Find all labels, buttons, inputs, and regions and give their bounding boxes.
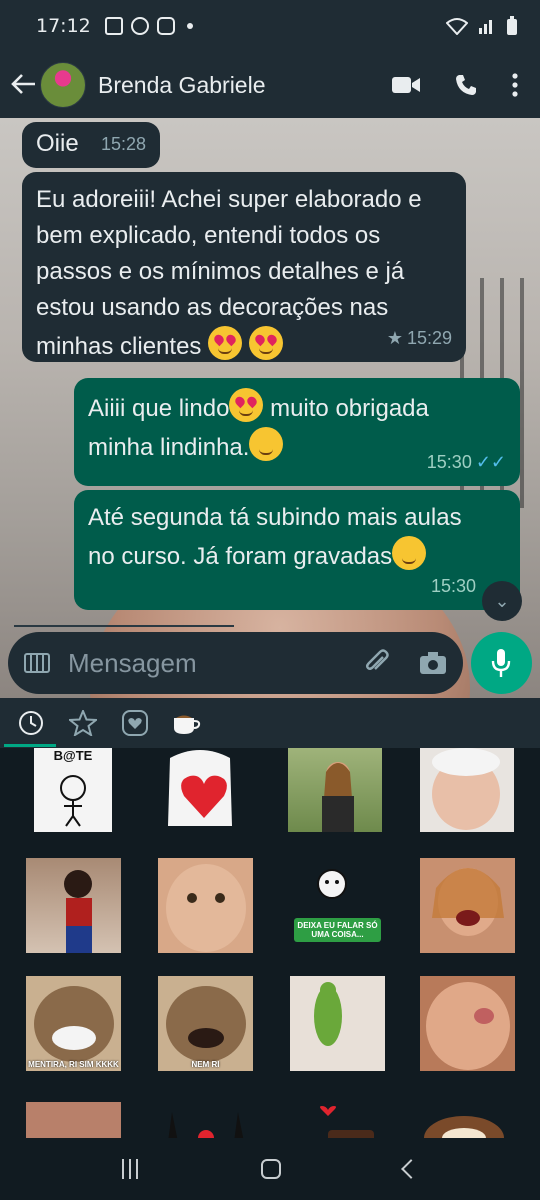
heart-eyes-emoji xyxy=(208,326,243,360)
message-text: Aiiii que lindo xyxy=(88,395,230,422)
more-notifications-dot xyxy=(186,23,193,29)
back-arrow-icon[interactable] xyxy=(10,68,40,103)
more-options-icon[interactable] xyxy=(512,73,518,97)
message-text: muito obrigada xyxy=(263,395,429,422)
sticker-caption: NEM RI xyxy=(191,1060,220,1069)
heart-eyes-emoji xyxy=(229,388,264,422)
sticker-man-face[interactable] xyxy=(26,1102,121,1138)
chrome-notification-icon xyxy=(130,17,149,35)
kissing-face-emoji xyxy=(392,536,427,570)
signal-icon xyxy=(479,20,492,34)
voice-call-icon[interactable] xyxy=(454,73,478,97)
message-input[interactable]: Mensagem xyxy=(8,632,463,694)
heart-eyes-emoji xyxy=(248,326,283,360)
sticker-dog-nem-ri[interactable]: NEM RI xyxy=(158,976,253,1071)
microphone-icon xyxy=(492,649,511,677)
sticker-laughing-woman[interactable] xyxy=(420,858,515,953)
message-placeholder: Mensagem xyxy=(68,647,197,678)
message-meta: 15:30 xyxy=(431,568,476,604)
sticker-kissing-kid[interactable] xyxy=(420,976,515,1071)
recent-apps-icon[interactable] xyxy=(121,1159,138,1179)
message-text: minha lindinha. xyxy=(88,434,250,461)
sticker-deixa-eu-falar[interactable]: DEIXA EU FALAR SÓ UMA COISA... xyxy=(290,858,385,953)
scroll-down-button[interactable]: ⌄ xyxy=(482,581,522,621)
sticker-latte-art[interactable] xyxy=(420,1112,515,1138)
voice-message-button[interactable] xyxy=(470,632,532,694)
message-bubble-outgoing[interactable]: Até segunda tá subindo mais aulas no cur… xyxy=(74,490,520,610)
system-nav-bar xyxy=(0,1138,540,1200)
active-tab-indicator xyxy=(4,744,56,747)
home-icon[interactable] xyxy=(260,1159,281,1179)
read-ticks-icon: ✓✓ xyxy=(475,452,506,472)
message-meta: 15:30 ✓✓ xyxy=(427,444,506,480)
gallery-notification-icon xyxy=(104,17,123,35)
sticker-bate[interactable]: B@TE xyxy=(34,748,112,832)
sticker-woman-waving[interactable] xyxy=(288,748,382,832)
contact-avatar[interactable] xyxy=(40,62,86,108)
sticker-devil-heart[interactable] xyxy=(158,1102,253,1138)
star-icon[interactable] xyxy=(68,708,98,738)
pleading-face-emoji xyxy=(249,427,284,461)
sticker-tabs xyxy=(0,698,540,748)
message-time: 15:30 xyxy=(430,576,476,596)
instagram-notification-icon xyxy=(156,17,175,35)
battery-icon xyxy=(507,16,517,35)
sticker-wonder-woman[interactable] xyxy=(26,858,121,953)
heart-icon[interactable] xyxy=(120,708,150,738)
message-bubble-outgoing[interactable]: Aiiii que lindo muito obrigada minha lin… xyxy=(74,378,520,486)
sticker-grid: B@TE DEIXA EU FALAR SÓ UMA COISA... MENT… xyxy=(0,748,540,1138)
message-bubble-incoming[interactable]: Eu adoreiii! Achei super elaborado e bem… xyxy=(22,172,466,362)
sticker-coffee-hearts[interactable] xyxy=(290,1102,385,1138)
wifi-icon xyxy=(446,18,468,35)
sticker-caption: DEIXA EU FALAR SÓ UMA COISA... xyxy=(294,918,381,942)
message-text: Oiie xyxy=(36,130,79,157)
message-text: Até segunda tá subindo mais aulas xyxy=(88,504,462,531)
message-time: 15:28 xyxy=(100,134,146,154)
video-call-icon[interactable] xyxy=(392,75,420,95)
sticker-boy-face[interactable] xyxy=(158,858,253,953)
sticker-heart-hug[interactable] xyxy=(160,748,248,832)
camera-icon[interactable] xyxy=(419,651,447,675)
contact-name[interactable]: Brenda Gabriele xyxy=(98,72,266,99)
message-time: 15:29 xyxy=(406,328,452,348)
message-text: no curso. Já foram gravadas xyxy=(88,543,393,570)
recent-icon[interactable] xyxy=(16,708,46,738)
sticker-caption: MENTIRA, RI SIM KKKK xyxy=(28,1060,119,1069)
message-time: 15:30 xyxy=(426,452,472,472)
message-meta: 15:28 xyxy=(101,126,146,162)
chat-header: Brenda Gabriele xyxy=(0,52,540,118)
chat-area[interactable]: Oiie 15:28 Eu adoreiii! Achei super elab… xyxy=(0,118,540,698)
coffee-icon[interactable] xyxy=(172,708,202,738)
composer: Mensagem xyxy=(0,627,540,699)
attach-icon[interactable] xyxy=(363,649,391,677)
status-bar: 17:12 xyxy=(0,0,540,52)
chevron-down-icon: ⌄ xyxy=(494,590,510,612)
sticker-dog-mentira[interactable]: MENTIRA, RI SIM KKKK xyxy=(26,976,121,1071)
message-meta: ★ 15:29 xyxy=(387,320,452,356)
keyboard-icon[interactable] xyxy=(24,653,50,673)
sticker-green-parrot[interactable] xyxy=(290,976,385,1071)
sticker-baby-face[interactable] xyxy=(420,748,514,832)
message-bubble-incoming[interactable]: Oiie 15:28 xyxy=(22,122,160,168)
system-back-icon[interactable] xyxy=(401,1159,422,1179)
star-icon: ★ xyxy=(386,328,403,348)
status-time: 17:12 xyxy=(36,15,91,37)
